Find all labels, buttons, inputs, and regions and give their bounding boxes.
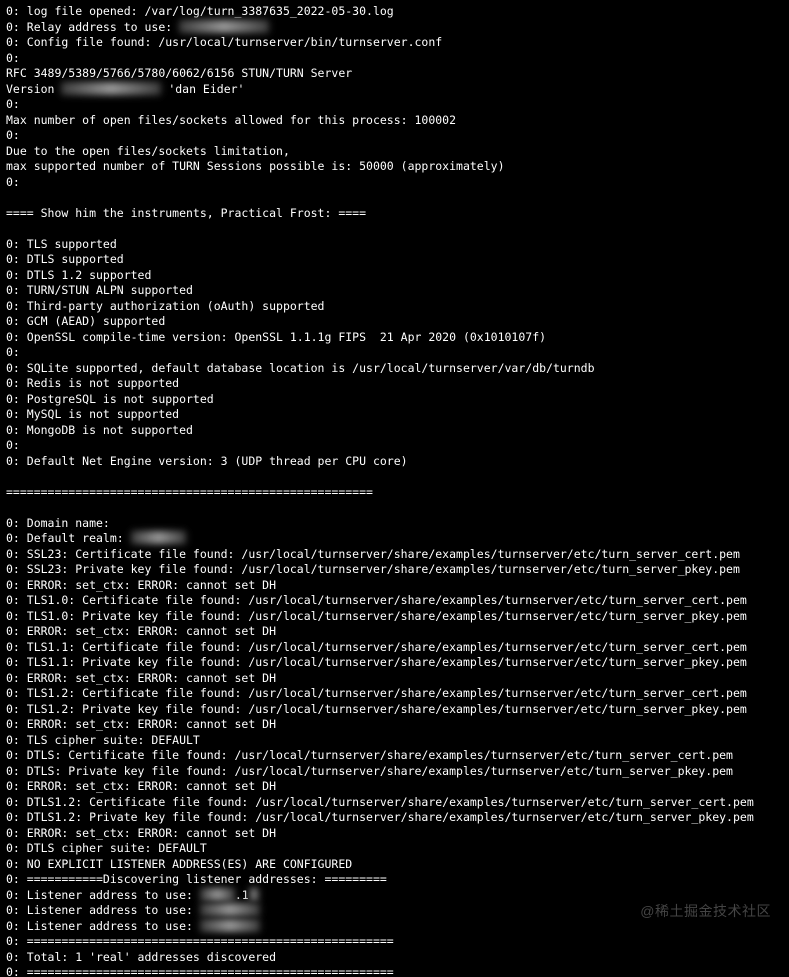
redacted-segment [249, 888, 259, 901]
terminal-line: Due to the open files/sockets limitation… [6, 144, 783, 160]
terminal-line [6, 190, 783, 206]
terminal-line: 0: DTLS1.2: Private key file found: /usr… [6, 810, 783, 826]
redacted-segment [200, 903, 260, 916]
terminal-line: 0: TLS1.2: Private key file found: /usr/… [6, 702, 783, 718]
redacted-segment [200, 888, 235, 901]
terminal-line: 0: [6, 51, 783, 67]
terminal-line: Max number of open files/sockets allowed… [6, 113, 783, 129]
terminal-line: 0: TLS1.0: Private key file found: /usr/… [6, 609, 783, 625]
terminal-line: 0: ERROR: set_ctx: ERROR: cannot set DH [6, 779, 783, 795]
terminal-line: 0: GCM (AEAD) supported [6, 314, 783, 330]
terminal-line: 0: Listener address to use: [6, 919, 783, 935]
terminal-line: 0: =====================================… [6, 934, 783, 950]
terminal-line: 0: TLS1.2: Certificate file found: /usr/… [6, 686, 783, 702]
terminal-line: 0: ERROR: set_ctx: ERROR: cannot set DH [6, 826, 783, 842]
terminal-line: 0: TLS1.1: Private key file found: /usr/… [6, 655, 783, 671]
watermark: @稀土掘金技术社区 [640, 904, 771, 920]
terminal-line: ==== Show him the instruments, Practical… [6, 206, 783, 222]
terminal-line: 0: Default Net Engine version: 3 (UDP th… [6, 454, 783, 470]
terminal-line: 0: [6, 438, 783, 454]
terminal-line: 0: OpenSSL compile-time version: OpenSSL… [6, 330, 783, 346]
terminal-line: 0: Relay address to use: [6, 20, 783, 36]
terminal-line [6, 469, 783, 485]
terminal-line: 0: MongoDB is not supported [6, 423, 783, 439]
terminal-output: 0: log file opened: /var/log/turn_338763… [0, 0, 789, 977]
terminal-line: 0: TLS supported [6, 237, 783, 253]
terminal-line: 0: DTLS 1.2 supported [6, 268, 783, 284]
terminal-line: 0: DTLS cipher suite: DEFAULT [6, 841, 783, 857]
terminal-line: 0: Total: 1 'real' addresses discovered [6, 950, 783, 966]
terminal-line: 0: DTLS1.2: Certificate file found: /usr… [6, 795, 783, 811]
terminal-line: 0: DTLS: Private key file found: /usr/lo… [6, 764, 783, 780]
terminal-line: 0: ===========Discovering listener addre… [6, 872, 783, 888]
terminal-line: 0: ERROR: set_ctx: ERROR: cannot set DH [6, 671, 783, 687]
terminal-line: 0: Domain name: [6, 516, 783, 532]
terminal-line: 0: TLS1.0: Certificate file found: /usr/… [6, 593, 783, 609]
terminal-line: 0: PostgreSQL is not supported [6, 392, 783, 408]
terminal-line: 0: SSL23: Certificate file found: /usr/l… [6, 547, 783, 563]
terminal-line: 0: log file opened: /var/log/turn_338763… [6, 4, 783, 20]
terminal-line: 0: DTLS: Certificate file found: /usr/lo… [6, 748, 783, 764]
terminal-line: Version 'dan Eider' [6, 82, 783, 98]
terminal-line: 0: Listener address to use: .1 [6, 888, 783, 904]
terminal-line: 0: =====================================… [6, 965, 783, 977]
terminal-line: 0: TLS1.1: Certificate file found: /usr/… [6, 640, 783, 656]
terminal-line: 0: SSL23: Private key file found: /usr/l… [6, 562, 783, 578]
terminal-line [6, 500, 783, 516]
terminal-line: 0: SQLite supported, default database lo… [6, 361, 783, 377]
terminal-line: max supported number of TURN Sessions po… [6, 159, 783, 175]
terminal-line: 0: TLS cipher suite: DEFAULT [6, 733, 783, 749]
terminal-line: 0: Redis is not supported [6, 376, 783, 392]
terminal-line: 0: Config file found: /usr/local/turnser… [6, 35, 783, 51]
terminal-line: 0: MySQL is not supported [6, 407, 783, 423]
redacted-segment [179, 20, 269, 33]
terminal-line: 0: Third-party authorization (oAuth) sup… [6, 299, 783, 315]
terminal-line [6, 221, 783, 237]
redacted-segment [61, 82, 161, 95]
terminal-line: 0: DTLS supported [6, 252, 783, 268]
redacted-segment [200, 919, 260, 932]
terminal-line: 0: [6, 97, 783, 113]
redacted-segment [131, 531, 186, 544]
terminal-line: 0: ERROR: set_ctx: ERROR: cannot set DH [6, 624, 783, 640]
terminal-line: 0: NO EXPLICIT LISTENER ADDRESS(ES) ARE … [6, 857, 783, 873]
terminal-line: 0: Default realm: [6, 531, 783, 547]
terminal-line: 0: TURN/STUN ALPN supported [6, 283, 783, 299]
terminal-line: ========================================… [6, 485, 783, 501]
terminal-line: 0: [6, 175, 783, 191]
terminal-line: 0: [6, 345, 783, 361]
terminal-line: 0: ERROR: set_ctx: ERROR: cannot set DH [6, 717, 783, 733]
terminal-line: 0: [6, 128, 783, 144]
terminal-line: RFC 3489/5389/5766/5780/6062/6156 STUN/T… [6, 66, 783, 82]
terminal-line: 0: ERROR: set_ctx: ERROR: cannot set DH [6, 578, 783, 594]
